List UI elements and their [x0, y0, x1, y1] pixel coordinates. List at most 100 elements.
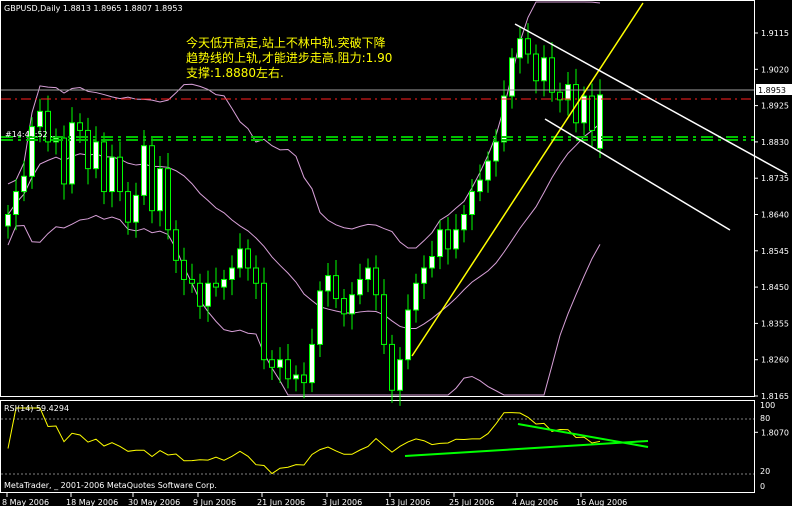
price-tick-label: 1.8925 [761, 102, 789, 111]
candle-bull [405, 309, 411, 361]
candle-bear [197, 282, 203, 307]
candle-bull [5, 214, 11, 227]
price-tick-label: 1.8545 [761, 247, 789, 256]
candle-bear [549, 57, 555, 93]
candle-bear [61, 137, 67, 185]
price-tick-label: 1.8640 [761, 211, 789, 220]
date-tick-label: 16 Aug 2006 [576, 498, 627, 506]
candle-bull [541, 57, 547, 82]
annotation-line-2: 趋势线的上轨,才能进步走高.阻力:1.90 [186, 50, 392, 65]
price-tick-label: 1.8165 [761, 392, 789, 401]
rsi-label: RSI(14) 59.4294 [4, 404, 69, 413]
candle-bull [157, 168, 163, 212]
candle-bear [149, 145, 155, 212]
date-tick-label: 8 May 2006 [2, 498, 49, 506]
candle-bear [77, 122, 83, 131]
candle-bull [317, 290, 323, 345]
rsi-axis: 100 80 20 0 [760, 401, 775, 491]
copyright-text: MetaTrader, _ 2001-2006 MetaQuotes Softw… [4, 481, 217, 490]
rsi-tick-label: 20 [760, 467, 770, 476]
candle-bear [213, 282, 219, 288]
candle-bear [253, 267, 259, 284]
candle-bull [293, 374, 299, 380]
trading-chart[interactable]: 1.9115 1.9020 1.8925 1.8830 1.8735 1.8640 1.85… [0, 0, 792, 506]
date-axis: 8 May 2006 18 May 2006 30 May 2006 9 Jun 20… [2, 493, 627, 506]
candle-bull [517, 38, 523, 59]
candle-bull [69, 122, 75, 185]
candle-bull [565, 84, 571, 101]
price-tick-label: 1.8735 [761, 174, 789, 183]
candle-bull [413, 282, 419, 311]
candle-bear [181, 259, 187, 280]
candle-bull [205, 282, 211, 307]
date-tick-label: 9 Jun 2006 [193, 498, 236, 506]
candle-bull [277, 359, 283, 368]
annotation-line-1: 今天低开高走,站上不林中轨.突破下降 [186, 35, 386, 50]
candle-bull [493, 141, 499, 162]
date-tick-label: 30 May 2006 [128, 498, 180, 506]
candle-bull [37, 110, 43, 128]
candle-bear [341, 298, 347, 315]
annotation-note: 今天低开高走,站上不林中轨.突破下降 趋势线的上轨,才能进步走高.阻力:1.90… [186, 35, 392, 80]
candle-bear [285, 359, 291, 380]
price-tick-label: 1.9020 [761, 65, 789, 74]
candle-bull [581, 95, 587, 124]
candle-bull [309, 343, 315, 384]
candle-bull [21, 175, 27, 193]
price-tick-label: 1.8450 [761, 283, 789, 292]
candle-bear [189, 278, 195, 284]
candle-bull [421, 267, 427, 284]
rsi-line [7, 407, 601, 475]
rsi-tick-label: 0 [760, 482, 765, 491]
candle-bear [125, 191, 131, 223]
candle-bear [173, 229, 179, 261]
price-tick-label: 1.8355 [761, 319, 789, 328]
candle-bull [453, 229, 459, 250]
rsi-trendline-upper[interactable] [517, 423, 649, 448]
candle-bull [141, 145, 147, 196]
candle-bull [429, 256, 435, 269]
candle-bull [13, 191, 19, 215]
candle-bull [357, 278, 363, 296]
candle-bear [445, 229, 451, 250]
candle-bull [349, 294, 355, 315]
candle-bull [221, 278, 227, 288]
candle-bear [589, 95, 595, 131]
candle-bull [365, 267, 371, 280]
candle-bull [133, 194, 139, 223]
candle-bull [397, 359, 403, 391]
candle-bear [269, 359, 275, 368]
candle-bear [381, 294, 387, 345]
candle-bear [117, 156, 123, 193]
price-tick-label: 1.8830 [761, 138, 789, 147]
channel-lower-line[interactable] [544, 118, 731, 231]
rsi-tick-label: 80 [760, 414, 770, 423]
date-tick-label: 3 Jul 2006 [322, 498, 362, 506]
candle-bull [461, 214, 467, 231]
candle-bull [237, 248, 243, 269]
current-price-label: 1.8953 [758, 86, 786, 95]
price-tick-label: 1.9115 [761, 29, 789, 38]
candle-bull [477, 179, 483, 193]
candle-bull [93, 141, 99, 170]
candle-bear [101, 141, 107, 193]
candle-bull [469, 191, 475, 215]
candle-bear [333, 275, 339, 300]
candlestick-series [5, 23, 603, 406]
hline-label: #14:44:52 .. [5, 130, 55, 139]
candle-bull [109, 156, 115, 193]
annotation-line-3: 支撑:1.8880左右. [186, 65, 284, 80]
candle-bear [525, 38, 531, 55]
symbol-header: GBPUSD,Daily 1.8813 1.8965 1.8807 1.8953 [4, 4, 183, 13]
candle-bull [229, 267, 235, 280]
candle-bear [533, 53, 539, 82]
date-tick-label: 4 Aug 2006 [512, 498, 558, 506]
date-tick-label: 25 Jul 2006 [449, 498, 494, 506]
date-tick-label: 18 May 2006 [66, 498, 118, 506]
candle-bear [301, 374, 307, 384]
rsi-tick-label: 100 [760, 401, 775, 410]
candle-bear [373, 267, 379, 296]
date-tick-label: 21 Jun 2006 [257, 498, 305, 506]
candle-bear [245, 248, 251, 269]
candle-bull [485, 160, 491, 181]
